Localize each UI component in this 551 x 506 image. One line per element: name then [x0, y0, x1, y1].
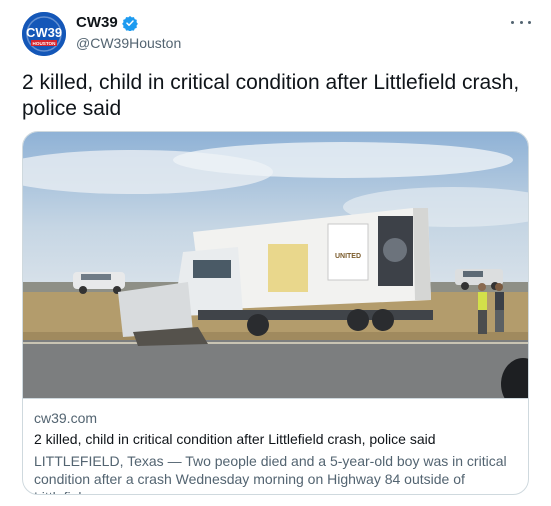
display-name[interactable]: CW39 [76, 14, 118, 31]
more-options-icon[interactable] [511, 14, 531, 30]
cw39-logo: CW39 HOUSTON [22, 12, 66, 56]
avatar[interactable]: CW39 HOUSTON [22, 12, 66, 56]
author-name-row[interactable]: CW39 [76, 14, 138, 31]
cloud [173, 142, 513, 178]
card-title: 2 killed, child in critical condition af… [34, 431, 436, 447]
account-handle[interactable]: @CW39Houston [76, 35, 181, 51]
link-card[interactable]: UNITED cw39.com 2 killed, child in criti… [22, 131, 529, 495]
truck-brand-text: UNITED [335, 253, 361, 260]
tweet[interactable]: CW39 HOUSTON CW39 @CW39Houston 2 killed,… [0, 0, 551, 506]
verified-badge-icon [121, 15, 138, 31]
avatar-sub-text: HOUSTON [33, 41, 57, 46]
card-domain: cw39.com [34, 410, 98, 426]
tweet-text: 2 killed, child in critical condition af… [22, 71, 520, 120]
highway [23, 340, 528, 398]
avatar-logo-text: CW39 [26, 25, 62, 40]
card-divider [23, 398, 528, 399]
card-image[interactable]: UNITED [23, 132, 529, 398]
card-description: LITTLEFIELD, Texas — Two people died and… [34, 453, 507, 494]
